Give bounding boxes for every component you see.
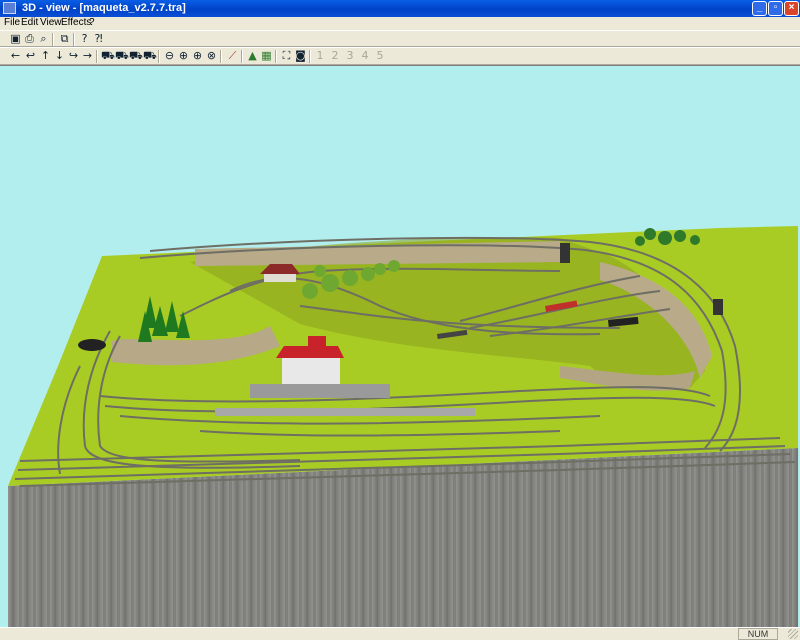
toolbar-view: ← ↩ ↑ ↓ ↪ → ⛟ ⛟ ⛟ ⛟ ⊖ ⊕ ⊕ ⊗ ⟋ ▲ ▦ ⛶ ◙ 1 …: [0, 47, 800, 65]
num-lock-indicator: NUM: [738, 628, 778, 640]
resize-grip-icon[interactable]: [788, 629, 798, 639]
tunnel-portal-left: [78, 339, 106, 351]
camera-preset-1[interactable]: 1: [313, 49, 327, 63]
menu-help[interactable]: ?: [89, 17, 95, 28]
title-bar: 3D - view - [maqueta_v2.7.7.tra] _ ▫ ×: [0, 0, 800, 17]
maximize-button[interactable]: ▫: [768, 1, 783, 16]
app-icon[interactable]: [3, 2, 16, 14]
3d-viewport[interactable]: [0, 65, 800, 627]
print-preview-icon[interactable]: ⌕: [37, 32, 50, 46]
track-icon[interactable]: ⟋: [226, 49, 239, 63]
window-title: 3D - view - [maqueta_v2.7.7.tra]: [22, 2, 186, 14]
menu-effects[interactable]: Effects: [61, 17, 91, 28]
close-button[interactable]: ×: [784, 1, 799, 16]
layout-3d-scene: [0, 66, 800, 627]
camera-preset-2[interactable]: 2: [328, 49, 342, 63]
context-help-icon[interactable]: ⁈: [92, 32, 105, 46]
arrow-forward-icon[interactable]: ↪: [67, 49, 80, 63]
zoom-plus-icon[interactable]: ⊕: [191, 49, 204, 63]
menu-edit[interactable]: Edit: [21, 17, 38, 28]
toolbar-file: ▣ ⎙ ⌕ ⧉ ? ⁈: [0, 30, 800, 47]
save-icon[interactable]: ▣: [9, 32, 22, 46]
camera-preset-5[interactable]: 5: [373, 49, 387, 63]
minimize-button[interactable]: _: [752, 1, 767, 16]
status-bar: NUM: [0, 627, 800, 640]
menu-file[interactable]: File: [4, 17, 20, 28]
terrain-icon[interactable]: ▲: [246, 49, 259, 63]
camera-preset-3[interactable]: 3: [343, 49, 357, 63]
arrow-left-icon[interactable]: ←: [9, 49, 22, 63]
zoom-fit-icon[interactable]: ⊗: [205, 49, 218, 63]
train-icon[interactable]: ⛟: [101, 49, 115, 63]
train-down-icon[interactable]: ⛟: [129, 49, 143, 63]
grid-icon[interactable]: ▦: [260, 49, 273, 63]
train-right-icon[interactable]: ⛟: [143, 49, 157, 63]
toolbar-separator: [73, 33, 75, 46]
menu-view[interactable]: View: [40, 17, 62, 28]
tunnel-portal-back: [560, 243, 570, 263]
toolbar-separator: [220, 50, 222, 63]
arrow-up-icon[interactable]: ↑: [39, 49, 52, 63]
print-icon[interactable]: ⎙: [23, 32, 36, 46]
toolbar-separator: [52, 33, 54, 46]
toolbar-separator: [96, 50, 98, 63]
camera-icon[interactable]: ◙: [294, 49, 307, 63]
arrow-right-icon[interactable]: →: [81, 49, 94, 63]
arrow-down-icon[interactable]: ↓: [53, 49, 66, 63]
toolbar-separator: [275, 50, 277, 63]
toolbar-separator: [241, 50, 243, 63]
arrow-back-icon[interactable]: ↩: [24, 49, 37, 63]
toolbar-separator: [158, 50, 160, 63]
zoom-in-icon[interactable]: ⊕: [177, 49, 190, 63]
toolbar-separator: [309, 50, 311, 63]
help-icon[interactable]: ?: [78, 32, 91, 46]
tunnel-portal-right: [713, 299, 723, 315]
camera-frame-icon[interactable]: ⛶: [280, 49, 293, 63]
camera-preset-4[interactable]: 4: [358, 49, 372, 63]
train-left-icon[interactable]: ⛟: [115, 49, 129, 63]
zoom-out-icon[interactable]: ⊖: [163, 49, 176, 63]
copy-icon[interactable]: ⧉: [58, 32, 71, 46]
menu-bar: File Edit View Effects ?: [0, 17, 800, 30]
